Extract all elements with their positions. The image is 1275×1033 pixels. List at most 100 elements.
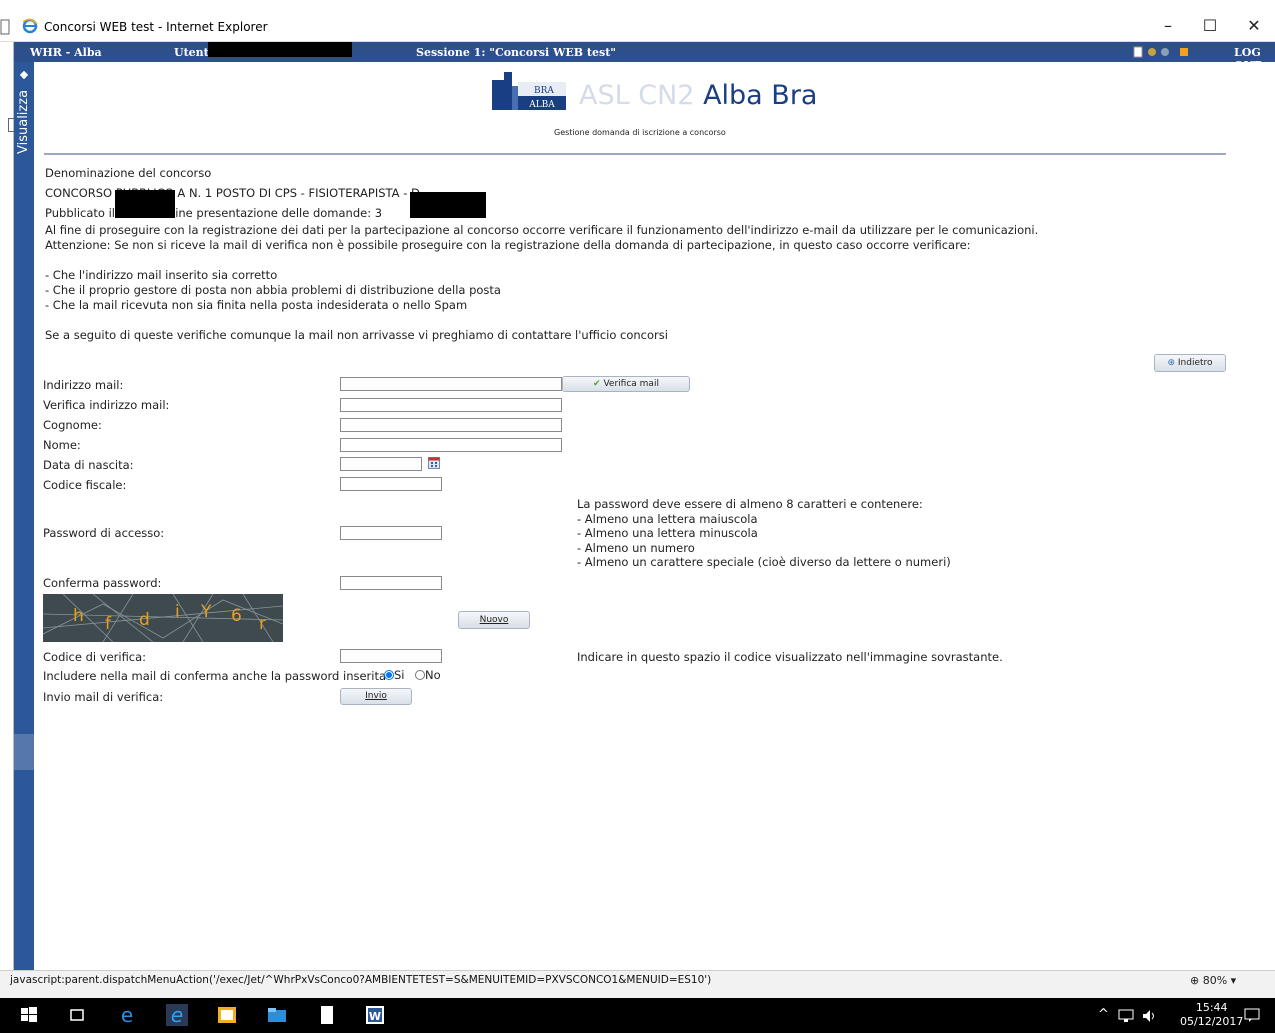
password-confirm-input[interactable] [340, 576, 442, 590]
password-confirm-label: Conferma password: [43, 576, 162, 590]
email-confirm-input[interactable] [340, 398, 562, 412]
clock-date: 05/12/2017 [1180, 1015, 1244, 1028]
surname-input[interactable] [340, 418, 562, 432]
asl-logo-icon: BRA ALBA [492, 72, 566, 110]
internet-explorer-taskbar-icon[interactable]: e [166, 1004, 188, 1026]
birthdate-label: Data di nascita: [43, 458, 134, 472]
tax-code-input[interactable] [340, 477, 442, 491]
document-icon[interactable] [316, 1004, 338, 1026]
network-icon[interactable] [1118, 1009, 1134, 1023]
session-label: Sessione 1: "Concorsi WEB test" [416, 46, 617, 59]
password-rule-2: - Almeno una lettera minuscola [577, 526, 758, 540]
toolbar-icons[interactable] [1132, 46, 1190, 58]
password-rule-4: - Almeno un carattere speciale (cioè div… [577, 555, 951, 569]
logo-top-text: BRA [534, 86, 554, 96]
clock-time: 15:44 [1195, 1001, 1228, 1014]
surname-label: Cognome: [43, 418, 102, 432]
captcha-char-6: 6 [231, 606, 242, 626]
browser-statusbar: javascript:parent.dispatchMenuAction('/e… [0, 970, 1275, 998]
left-frame-border [0, 42, 14, 970]
edge-browser-icon[interactable]: e [116, 1004, 138, 1026]
close-button[interactable]: ✕ [1244, 16, 1264, 36]
check-item-1: - Che l'indirizzo mail inserito sia corr… [45, 268, 278, 282]
contact-note: Se a seguito di queste verifiche comunqu… [45, 328, 668, 342]
tax-code-label: Codice fiscale: [43, 478, 127, 492]
password-rule-3: - Almeno un numero [577, 540, 695, 555]
intro-line-1: Al fine di proseguire con la registrazio… [45, 223, 1039, 237]
minimize-button[interactable]: – [1158, 16, 1178, 36]
verify-code-input[interactable] [340, 649, 442, 663]
password-rules: La password deve essere di almeno 8 cara… [577, 497, 951, 570]
denomination-label: Denominazione del concorso [45, 166, 212, 180]
captcha-char-1: h [73, 606, 84, 626]
internet-explorer-icon [22, 18, 38, 34]
captcha-char-5: Y [201, 602, 212, 622]
name-label: Nome: [43, 438, 81, 452]
intro-line-2: Attenzione: Se non si riceve la mail di … [45, 238, 971, 252]
include-no-radio[interactable] [415, 670, 425, 680]
captcha-char-2: f [105, 614, 111, 634]
back-arrow-icon: ⊕ [1167, 358, 1175, 368]
svg-text:W: W [369, 1010, 381, 1023]
organization-name: ASL CN2 Alba Bra [579, 80, 817, 111]
windows-taskbar: e e W ^ 15:44 05/12/2017 [0, 998, 1275, 1033]
check-item-2: - Che il proprio gestore di posta non ab… [45, 283, 501, 297]
app-header-bar: WHR - Alba Utente Sessione 1: "Concorsi … [14, 42, 1275, 72]
redacted-block-1 [115, 190, 175, 218]
notifications-icon[interactable] [1244, 1007, 1260, 1023]
svg-text:e: e [121, 1004, 133, 1026]
verify-code-label: Codice di verifica: [43, 650, 147, 664]
publication-dates: Pubblicato il 0 17 termine presentazione… [45, 206, 383, 220]
verify-mail-button[interactable]: ✔ Verifica mail [562, 376, 690, 392]
competition-info: Denominazione del concorso CONCORSO PUBB… [45, 166, 1235, 343]
window-titlebar: Concorsi WEB test - Internet Explorer – … [0, 0, 1275, 42]
email-label: Indirizzo mail: [43, 378, 124, 392]
name-input[interactable] [340, 438, 562, 452]
include-yes-option[interactable]: Si [384, 668, 405, 682]
captcha-char-7: r [259, 614, 266, 634]
outlook-icon[interactable] [216, 1004, 238, 1026]
new-captcha-button[interactable]: Nuovo [458, 611, 530, 629]
logo-bottom-text: ALBA [528, 100, 555, 110]
birthdate-input[interactable] [340, 457, 422, 471]
page-subtitle: Gestione domanda di iscrizione a concors… [554, 128, 726, 137]
checkmark-icon: ✔ [593, 379, 601, 389]
password-input[interactable] [340, 526, 442, 540]
word-icon[interactable]: W [364, 1004, 386, 1026]
verify-code-hint: Indicare in questo spazio il codice visu… [577, 650, 1003, 664]
file-explorer-icon[interactable] [266, 1004, 288, 1026]
include-yes-radio[interactable] [384, 670, 394, 680]
sidebar-highlight [14, 734, 34, 770]
org-faded-text: ASL CN2 [579, 80, 695, 111]
password-rule-1: - Almeno una lettera maiuscola [577, 511, 758, 526]
send-button[interactable]: Invio [340, 688, 412, 705]
calendar-icon[interactable] [428, 457, 440, 469]
status-url: javascript:parent.dispatchMenuAction('/e… [10, 974, 712, 986]
include-password-label: Includere nella mail di conferma anche l… [43, 669, 387, 683]
email-input[interactable] [340, 377, 562, 391]
captcha-image: h f d i Y 6 r [43, 594, 283, 642]
send-mail-label: Invio mail di verifica: [43, 690, 164, 704]
password-label: Password di accesso: [43, 526, 165, 540]
maximize-button[interactable]: ☐ [1200, 16, 1220, 36]
header-divider [44, 153, 1226, 155]
competition-title: CONCORSO PUBBLICO A N. 1 POSTO DI CPS - … [45, 186, 420, 200]
back-button[interactable]: ⊕ Indietro [1154, 354, 1226, 372]
window-title: Concorsi WEB test - Internet Explorer [44, 20, 268, 34]
system-clock[interactable]: 15:44 05/12/2017 [1180, 1001, 1243, 1029]
password-rules-intro: La password deve essere di almeno 8 cara… [577, 497, 923, 511]
org-brand-text: Alba Bra [703, 80, 818, 111]
captcha-char-3: d [139, 610, 150, 630]
email-confirm-label: Verifica indirizzo mail: [43, 398, 170, 412]
check-item-3: - Che la mail ricevuta non sia finita ne… [45, 298, 468, 312]
include-no-option[interactable]: No [415, 668, 441, 682]
svg-text:e: e [171, 1004, 183, 1026]
redacted-user [208, 42, 352, 57]
windows-start-icon[interactable] [18, 1004, 40, 1026]
sidebar-visualizza[interactable]: Visualizza [14, 62, 34, 970]
task-view-icon[interactable] [66, 1004, 88, 1026]
zoom-level[interactable]: ⊕ 80% ▾ [1190, 974, 1236, 987]
sidebar-label: Visualizza [16, 89, 31, 154]
tray-chevron-icon[interactable]: ^ [1098, 1007, 1109, 1022]
volume-icon[interactable] [1142, 1009, 1158, 1023]
